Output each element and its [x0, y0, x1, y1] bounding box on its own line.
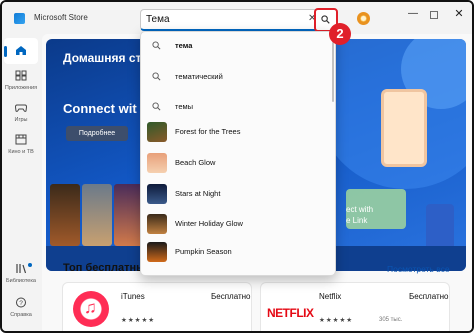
search-input[interactable]: [146, 14, 296, 25]
app-name: iTunes: [121, 292, 145, 301]
nav-label-games: Игры: [14, 117, 28, 123]
help-icon: ?: [16, 297, 26, 308]
suggestion-text: тема: [175, 41, 193, 50]
nav-label-library: Библиотека: [6, 278, 36, 284]
active-indicator: [4, 46, 7, 57]
store-logo-icon: [14, 13, 25, 24]
library-icon: [16, 264, 27, 274]
nav-item-movies[interactable]: Кино и ТВ: [4, 134, 38, 155]
nav-item-home[interactable]: [4, 38, 38, 64]
suggestion-item[interactable]: темы: [141, 93, 335, 121]
winter-thumb-icon: [147, 214, 167, 234]
update-badge: [28, 263, 32, 267]
nav-label-apps: Приложения: [4, 85, 38, 91]
search-icon: [152, 72, 161, 81]
app-window: Microsoft Store ✕ — ✕: [0, 0, 474, 333]
suggestion-item[interactable]: тема: [141, 32, 335, 60]
close-button[interactable]: ✕: [452, 7, 466, 23]
left-navigation: Приложения Игры Кино и ТВ Библиотека ? С…: [2, 34, 40, 331]
suggestion-text: Forest for the Trees: [175, 127, 241, 136]
netflix-logo: NETFLIX: [267, 306, 314, 320]
hero-photo-1: [50, 184, 80, 246]
apps-icon: [15, 70, 27, 81]
app-price: Бесплатно: [211, 292, 251, 301]
section-title: Топ бесплатных: [63, 262, 152, 274]
title-bar: Microsoft Store ✕ — ✕: [2, 2, 472, 34]
gamepad-icon: [15, 104, 27, 112]
app-card-netflix[interactable]: NETFLIX Netflix Бесплатно ★★★★★ 305 тыс.: [260, 282, 450, 331]
window-title: Microsoft Store: [34, 13, 88, 22]
hero-photo-2: [82, 184, 112, 246]
learn-more-button[interactable]: Подробнее: [66, 126, 128, 141]
rating-stars: ★★★★★: [121, 317, 156, 324]
app-name: Netflix: [319, 292, 342, 301]
suggestion-text: тематический: [175, 72, 223, 81]
search-icon: [321, 15, 330, 24]
dropdown-scrollbar[interactable]: [332, 42, 334, 102]
minimize-button[interactable]: —: [406, 8, 420, 24]
search-suggestions-dropdown: тема тематический темы Forest for the Tr…: [140, 31, 336, 276]
rating-stars: ★★★★★: [319, 317, 354, 324]
search-icon: [152, 102, 161, 111]
suggestion-item[interactable]: Forest for the Trees: [141, 118, 335, 146]
suggestion-item[interactable]: Stars at Night: [141, 180, 335, 208]
avatar-center-icon: [361, 16, 366, 21]
nav-label-help: Справка: [10, 312, 32, 318]
home-icon: [16, 46, 26, 55]
beach-thumb-icon: [147, 153, 167, 173]
film-icon: [15, 134, 27, 145]
app-price: Бесплатно: [409, 292, 449, 301]
suggestion-text: Winter Holiday Glow: [175, 219, 243, 228]
rating-count: 305 тыс.: [379, 317, 403, 323]
music-note-icon: ♫: [84, 298, 97, 317]
suggestion-text: темы: [175, 102, 194, 111]
nav-item-apps[interactable]: Приложения: [4, 70, 38, 91]
search-box[interactable]: ✕: [140, 9, 336, 31]
nav-item-library[interactable]: Библиотека: [4, 263, 38, 284]
suggestion-item[interactable]: Pumpkin Season: [141, 238, 335, 266]
nav-item-help[interactable]: ? Справка: [4, 297, 38, 318]
hero-title: Домашняя ст: [63, 51, 142, 65]
step-number-badge: 2: [329, 23, 351, 45]
suggestion-item[interactable]: тематический: [141, 63, 335, 91]
svg-text:?: ?: [19, 300, 23, 307]
maximize-button[interactable]: [430, 11, 438, 19]
hero-subtitle: Connect wit: [63, 101, 137, 116]
nav-item-games[interactable]: Игры: [4, 102, 38, 123]
app-card-itunes[interactable]: ♫ iTunes Бесплатно ★★★★★: [62, 282, 252, 331]
phone-illustration-icon: [381, 89, 427, 167]
nav-label-movies: Кино и ТВ: [8, 149, 34, 155]
suggestion-item[interactable]: Beach Glow: [141, 149, 335, 177]
suggestion-text: Pumpkin Season: [175, 247, 232, 256]
suggestion-text: Stars at Night: [175, 189, 221, 198]
see-all-link[interactable]: Посмотреть все: [387, 264, 450, 274]
forest-thumb-icon: [147, 122, 167, 142]
suggestion-text: Beach Glow: [175, 158, 216, 167]
pumpkin-thumb-icon: [147, 242, 167, 262]
suggestion-item[interactable]: Winter Holiday Glow: [141, 210, 335, 238]
stars-thumb-icon: [147, 184, 167, 204]
search-icon: [152, 41, 161, 50]
